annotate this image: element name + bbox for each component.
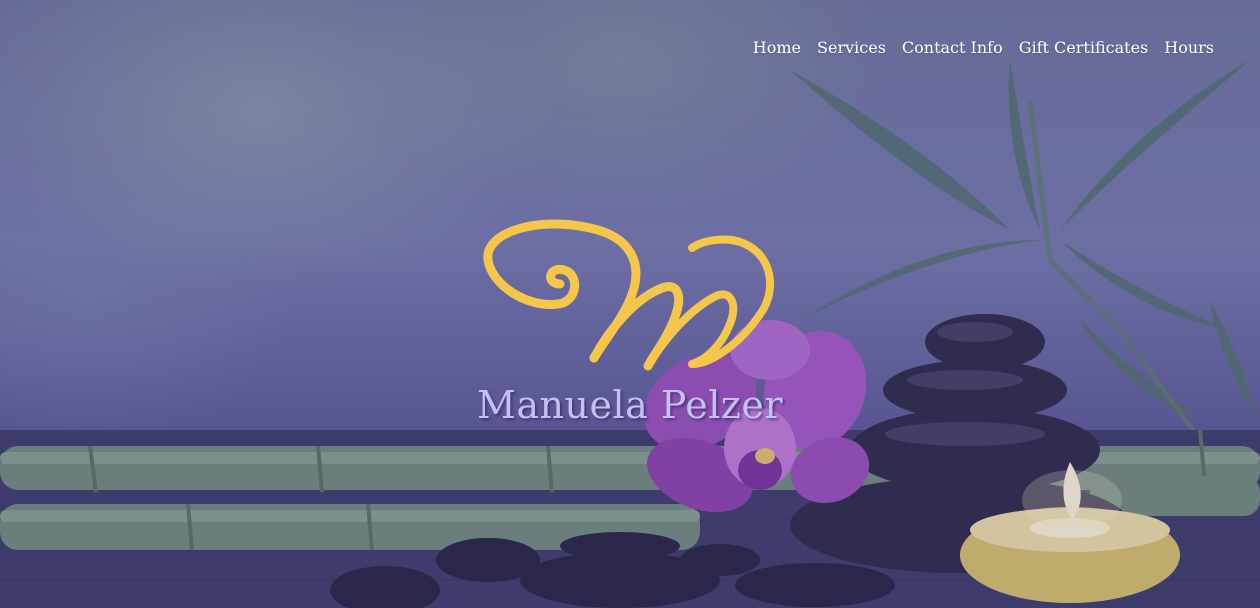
brand-name: Manuela Pelzer: [476, 383, 784, 427]
nav-item-gift-certificates[interactable]: Gift Certificates: [1019, 36, 1149, 60]
m-monogram-logo-icon[interactable]: [478, 218, 778, 374]
nav-item-hours[interactable]: Hours: [1164, 36, 1214, 60]
main-navigation: Home Services Contact Info Gift Certific…: [753, 36, 1214, 60]
nav-item-services[interactable]: Services: [817, 36, 886, 60]
hero-section: Home Services Contact Info Gift Certific…: [0, 0, 1260, 608]
nav-item-home[interactable]: Home: [753, 36, 801, 60]
nav-item-contact-info[interactable]: Contact Info: [902, 36, 1003, 60]
